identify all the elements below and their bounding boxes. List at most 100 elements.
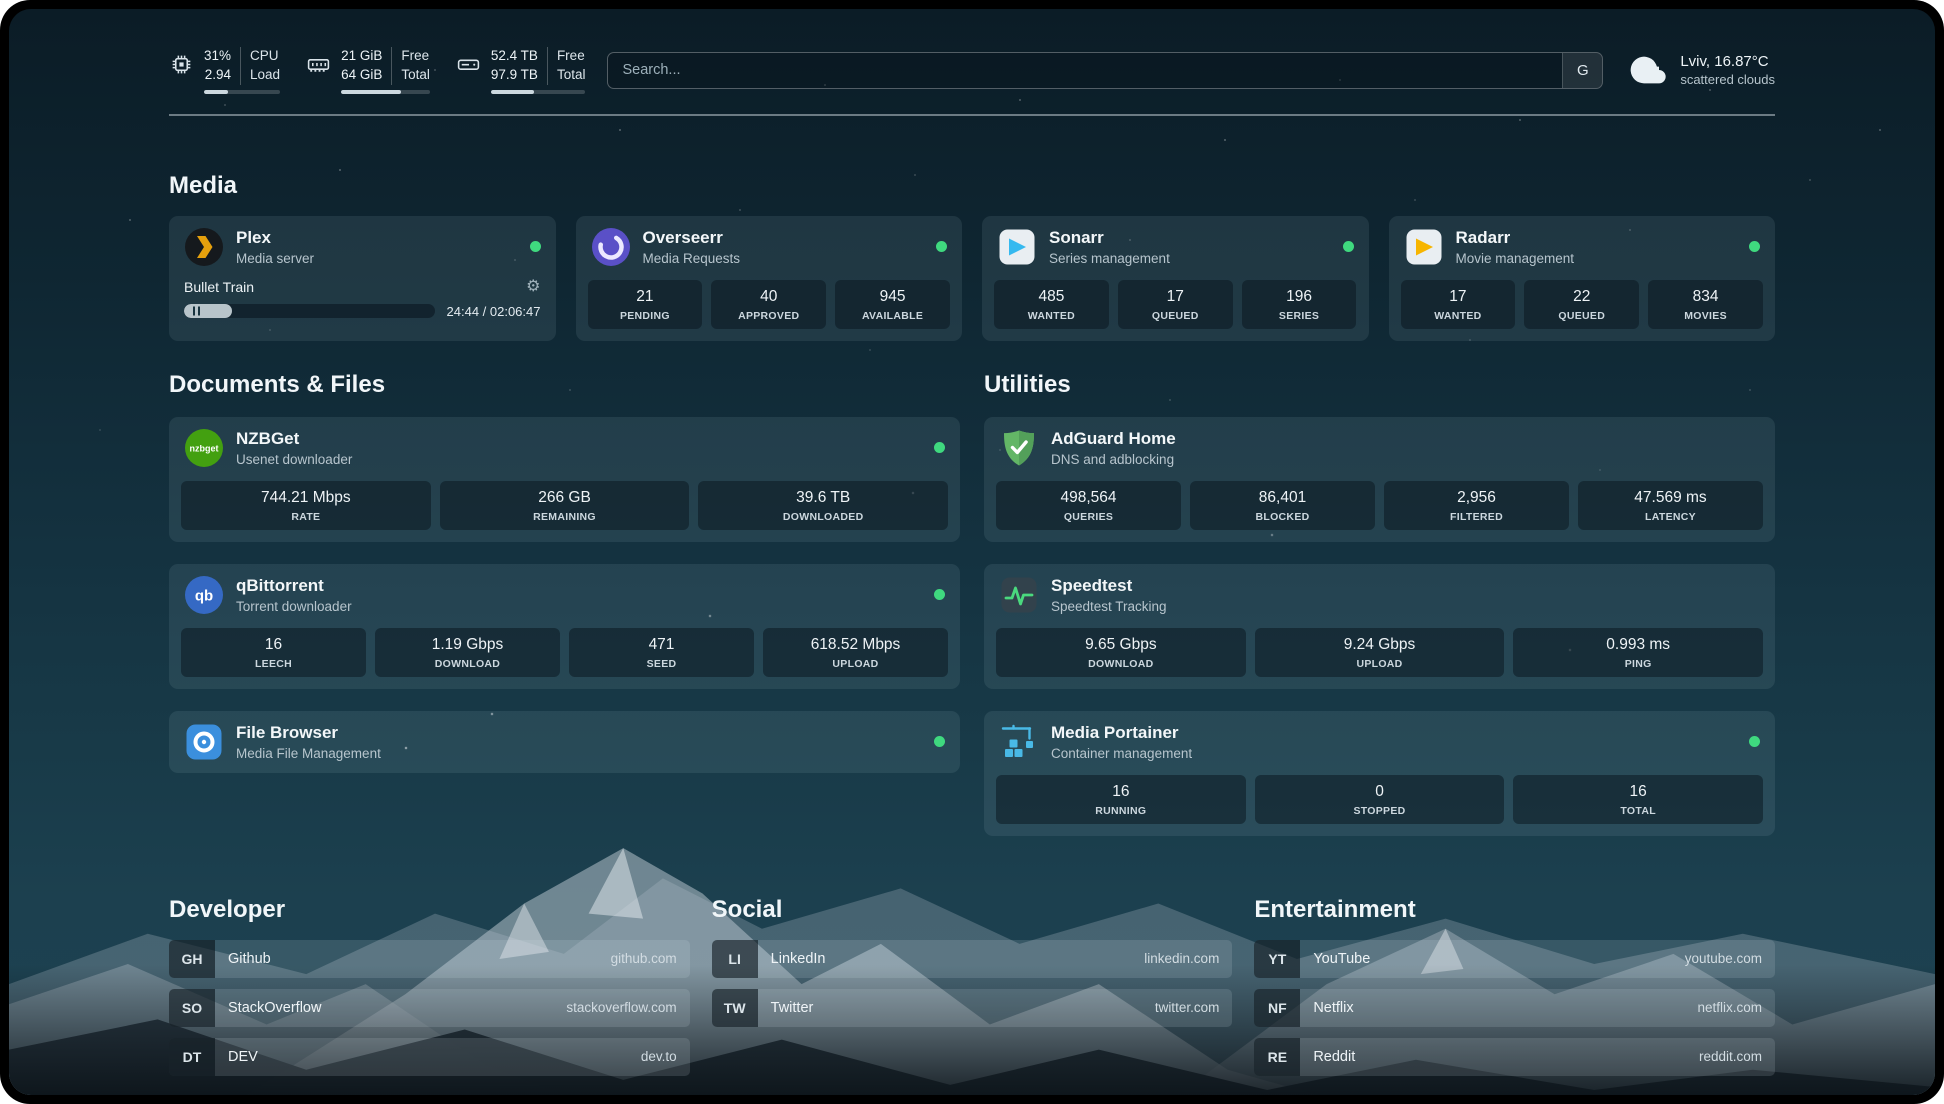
stat-label: QUEUED: [1122, 310, 1229, 322]
app-title: Radarr: [1456, 228, 1575, 248]
nzbget-card[interactable]: nzbget NZBGet Usenet downloader: [169, 417, 960, 542]
stat-label: SERIES: [1246, 310, 1353, 322]
bookmark-linkedin[interactable]: LI LinkedIn linkedin.com: [712, 940, 1233, 978]
radarr-stats: 17 WANTED 22 QUEUED 834 MOVIES: [1389, 278, 1776, 341]
cpu-usage-value: 31%: [204, 47, 231, 66]
speedtest-card-header: Speedtest Speedtest Tracking: [984, 564, 1775, 626]
stat-label: UPLOAD: [1259, 658, 1501, 670]
section-title-media: Media: [169, 172, 1775, 200]
stat-latency: 47.569 ms LATENCY: [1578, 481, 1763, 530]
stat-leech: 16 LEECH: [181, 628, 366, 677]
cpu-widget: 31% 2.94 CPU Load: [169, 47, 280, 94]
stat-label: APPROVED: [715, 310, 822, 322]
adguard-card[interactable]: AdGuard Home DNS and adblocking 498,564 …: [984, 417, 1775, 542]
memory-total-label: Total: [401, 66, 430, 85]
app-subtitle: Container management: [1051, 746, 1192, 761]
app-title: Speedtest: [1051, 576, 1167, 596]
radarr-card[interactable]: Radarr Movie management 17 WANTED 22 QUE…: [1389, 216, 1776, 341]
portainer-card-header: Media Portainer Container management: [984, 711, 1775, 773]
nzbget-stats: 744.21 Mbps RATE 266 GB REMAINING 39.6 T…: [169, 479, 960, 542]
adguard-card-header: AdGuard Home DNS and adblocking: [984, 417, 1775, 479]
stat-value: 2,956: [1388, 489, 1565, 507]
memory-free-label: Free: [401, 47, 429, 66]
app-subtitle: Series management: [1049, 251, 1170, 266]
stat-label: REMAINING: [444, 511, 686, 523]
status-dot: [934, 442, 945, 453]
search-bar: G: [607, 52, 1603, 89]
bookmark-twitter[interactable]: TW Twitter twitter.com: [712, 989, 1233, 1027]
search-provider-button[interactable]: G: [1562, 53, 1602, 88]
stat-value: 16: [185, 636, 362, 654]
overseerr-card[interactable]: Overseerr Media Requests 21 PENDING 40 A…: [576, 216, 963, 341]
cpu-load-value: 2.94: [205, 66, 231, 85]
resource-widgets: 31% 2.94 CPU Load: [169, 47, 585, 94]
stat-total: 16 TOTAL: [1513, 775, 1763, 824]
speedtest-stats: 9.65 Gbps DOWNLOAD 9.24 Gbps UPLOAD 0.99…: [984, 626, 1775, 689]
bookmark-github[interactable]: GH Github github.com: [169, 940, 690, 978]
stat-remaining: 266 GB REMAINING: [440, 481, 690, 530]
bookmarks-entertainment: Entertainment YT YouTube youtube.com NF …: [1254, 896, 1775, 1076]
filebrowser-icon: [184, 722, 224, 762]
app-title: AdGuard Home: [1051, 429, 1176, 449]
stat-value: 17: [1405, 288, 1512, 306]
qbittorrent-card[interactable]: qb qBittorrent Torrent downloader: [169, 564, 960, 689]
pause-icon[interactable]: [193, 307, 200, 316]
plex-card-header: Plex Media server: [169, 216, 556, 278]
weather-condition: scattered clouds: [1680, 72, 1775, 87]
speedtest-card[interactable]: Speedtest Speedtest Tracking 9.65 Gbps D…: [984, 564, 1775, 689]
bookmark-netflix[interactable]: NF Netflix netflix.com: [1254, 989, 1775, 1027]
memory-total-value: 64 GiB: [341, 66, 382, 85]
playback-progress-bar[interactable]: [184, 304, 435, 318]
sonarr-card[interactable]: Sonarr Series management 485 WANTED 17 Q…: [982, 216, 1369, 341]
search-input[interactable]: [608, 62, 1562, 78]
disk-icon: [456, 52, 481, 77]
plex-card[interactable]: Plex Media server Bullet Train ⚙: [169, 216, 556, 341]
svg-text:qb: qb: [195, 587, 213, 604]
app-title: NZBGet: [236, 429, 352, 449]
bookmarks-area: Developer GH Github github.com SO StackO…: [169, 896, 1775, 1076]
stat-value: 16: [1000, 783, 1242, 801]
bookmark-name: DEV: [215, 1038, 258, 1076]
stat-value: 196: [1246, 288, 1353, 306]
status-dot: [1749, 736, 1760, 747]
stat-label: DOWNLOAD: [1000, 658, 1242, 670]
stat-label: RATE: [185, 511, 427, 523]
disk-widget: 52.4 TB 97.9 TB Free Total: [456, 47, 586, 94]
weather-text: Lviv, 16.87°C scattered clouds: [1680, 53, 1775, 87]
filebrowser-card[interactable]: File Browser Media File Management: [169, 711, 960, 773]
disk-widget-body: 52.4 TB 97.9 TB Free Total: [491, 47, 586, 94]
portainer-card[interactable]: Media Portainer Container management 16 …: [984, 711, 1775, 836]
app-subtitle: Media server: [236, 251, 314, 266]
bookmark-youtube[interactable]: YT YouTube youtube.com: [1254, 940, 1775, 978]
plex-icon: [184, 227, 224, 267]
stat-stopped: 0 STOPPED: [1255, 775, 1505, 824]
bookmark-abbr: DT: [169, 1038, 215, 1076]
bookmark-abbr: NF: [1254, 989, 1300, 1027]
screen-frame: 31% 2.94 CPU Load: [0, 0, 1944, 1104]
gear-icon[interactable]: ⚙: [526, 279, 540, 295]
bookmark-reddit[interactable]: RE Reddit reddit.com: [1254, 1038, 1775, 1076]
stat-label: TOTAL: [1517, 805, 1759, 817]
stat-value: 86,401: [1194, 489, 1371, 507]
stat-value: 17: [1122, 288, 1229, 306]
status-dot: [1749, 241, 1760, 252]
stat-running: 16 RUNNING: [996, 775, 1246, 824]
bookmark-url: stackoverflow.com: [566, 989, 689, 1027]
stat-value: 21: [592, 288, 699, 306]
section-title-documents: Documents & Files: [169, 371, 960, 399]
plex-now-playing: Bullet Train ⚙ 24:44 / 02:06:47: [169, 279, 556, 332]
header-divider: [169, 114, 1775, 116]
two-column-area: Documents & Files nzbget: [169, 341, 1775, 836]
bookmark-dev[interactable]: DT DEV dev.to: [169, 1038, 690, 1076]
cpu-widget-body: 31% 2.94 CPU Load: [204, 47, 280, 94]
memory-usage-bar-fill: [341, 90, 401, 94]
status-dot: [934, 589, 945, 600]
disk-usage-bar: [491, 90, 586, 94]
stat-upload: 618.52 Mbps UPLOAD: [763, 628, 948, 677]
stat-value: 39.6 TB: [702, 489, 944, 507]
disk-usage-bar-fill: [491, 90, 535, 94]
top-bar: 31% 2.94 CPU Load: [169, 9, 1775, 94]
bookmark-url: github.com: [611, 940, 690, 978]
media-grid: Plex Media server Bullet Train ⚙: [169, 216, 1775, 341]
bookmark-stackoverflow[interactable]: SO StackOverflow stackoverflow.com: [169, 989, 690, 1027]
